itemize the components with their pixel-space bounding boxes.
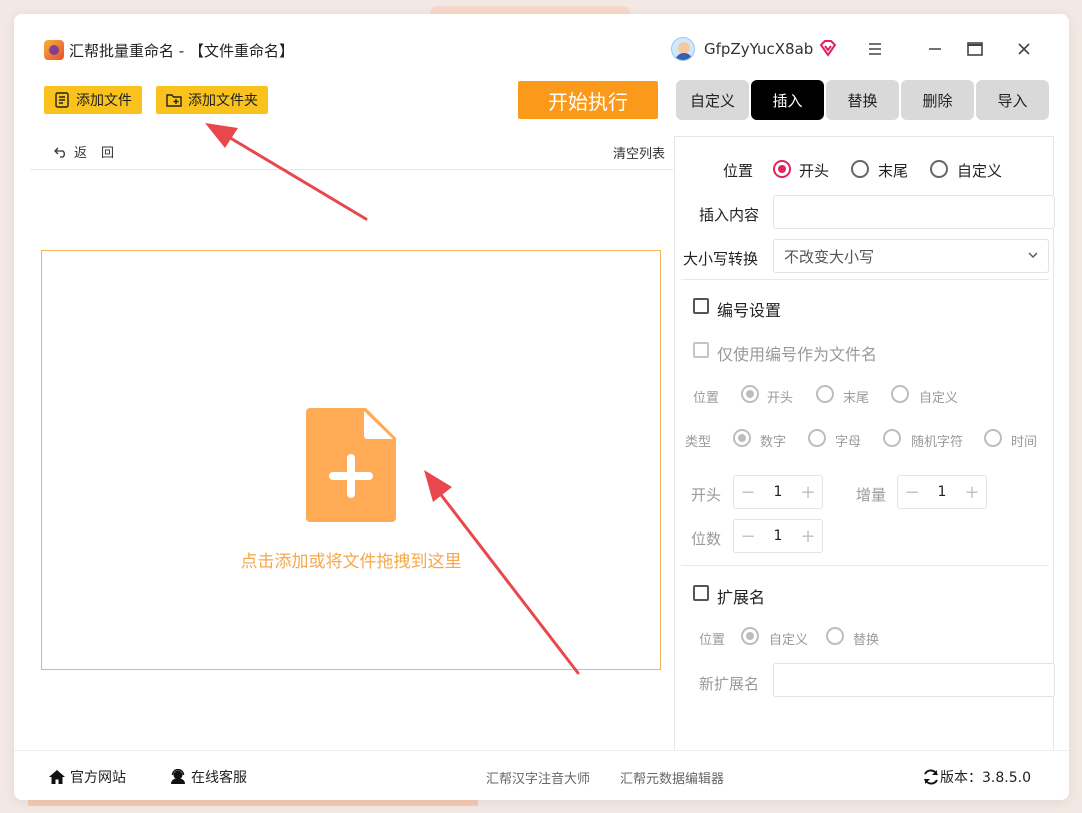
numbering-position-start-radio[interactable]	[741, 385, 759, 403]
new-extension-label: 新扩展名	[699, 675, 760, 693]
insert-position-end-label[interactable]: 末尾	[878, 160, 908, 181]
tab-replace[interactable]: 替换	[826, 80, 899, 120]
file-drop-zone[interactable]: 点击添加或将文件拖拽到这里	[41, 250, 661, 670]
increment-icon[interactable]: +	[798, 526, 818, 547]
extension-replace-label[interactable]: 替换	[853, 629, 879, 648]
insert-content-label: 插入内容	[699, 206, 760, 224]
add-file-big-icon	[306, 408, 396, 522]
extension-replace-radio[interactable]	[826, 627, 844, 645]
undo-arrow-icon	[54, 147, 65, 158]
section-divider	[681, 565, 1049, 566]
file-list-header: 返回 清空列表	[30, 134, 673, 170]
vip-diamond-icon[interactable]	[819, 39, 837, 57]
only-number-checkbox[interactable]	[693, 342, 709, 358]
type-random-radio[interactable]	[883, 429, 901, 447]
case-convert-label: 大小写转换	[683, 250, 759, 268]
add-folder-button[interactable]: 添加文件夹	[156, 86, 268, 114]
numbering-checkbox[interactable]	[693, 298, 709, 314]
numbering-title: 编号设置	[717, 301, 782, 320]
metadata-editor-link[interactable]: 汇帮元数据编辑器	[620, 768, 724, 787]
insert-position-end-radio[interactable]	[851, 160, 869, 178]
tab-insert[interactable]: 插入	[751, 80, 824, 120]
numbering-position-custom-radio[interactable]	[891, 385, 909, 403]
only-number-label: 仅使用编号作为文件名	[717, 345, 878, 364]
add-file-label: 添加文件	[76, 93, 132, 109]
tab-custom[interactable]: 自定义	[676, 80, 749, 120]
insert-position-start-label[interactable]: 开头	[799, 160, 829, 181]
drop-hint: 点击添加或将文件拖拽到这里	[240, 552, 462, 572]
tab-import[interactable]: 导入	[976, 80, 1049, 120]
extension-title: 扩展名	[717, 588, 766, 607]
maximize-icon[interactable]	[960, 36, 990, 62]
type-letter-radio[interactable]	[808, 429, 826, 447]
extension-checkbox[interactable]	[693, 585, 709, 601]
type-letter-label[interactable]: 字母	[835, 431, 861, 450]
folder-add-icon	[166, 94, 182, 107]
case-convert-value: 不改变大小写	[784, 247, 875, 266]
support-label: 在线客服	[191, 770, 247, 786]
extension-custom-radio[interactable]	[741, 627, 759, 645]
title-bar: 汇帮批量重命名 - 【文件重命名】 GfpZyYucX8ab	[14, 14, 1069, 70]
digits-label: 位数	[691, 530, 722, 548]
headset-icon	[171, 769, 185, 784]
start-number-stepper[interactable]: − 1 +	[733, 475, 823, 509]
refresh-icon	[924, 769, 938, 785]
menu-icon[interactable]	[860, 36, 890, 62]
version-info[interactable]: 版本：3.8.5.0	[922, 767, 1031, 787]
website-label: 官方网站	[70, 770, 126, 786]
insert-position-custom-label[interactable]: 自定义	[957, 160, 1002, 181]
tab-delete[interactable]: 删除	[901, 80, 974, 120]
minimize-icon[interactable]	[920, 36, 950, 62]
clear-list-button[interactable]: 清空列表	[613, 143, 665, 162]
section-divider	[681, 279, 1049, 280]
file-list-icon	[55, 92, 69, 108]
numbering-position-end-label[interactable]: 末尾	[843, 387, 869, 406]
window-title: 汇帮批量重命名 - 【文件重命名】	[69, 42, 294, 60]
user-avatar[interactable]	[671, 37, 695, 61]
type-time-label[interactable]: 时间	[1011, 431, 1037, 450]
numbering-type-label: 类型	[685, 435, 712, 450]
add-file-button[interactable]: 添加文件	[44, 86, 142, 114]
step-label: 增量	[856, 486, 887, 504]
extension-custom-label[interactable]: 自定义	[769, 629, 808, 648]
version-label: 版本：3.8.5.0	[940, 770, 1031, 786]
digits-stepper[interactable]: − 1 +	[733, 519, 823, 553]
new-extension-input[interactable]	[773, 663, 1055, 697]
background-strip	[28, 800, 478, 806]
numbering-position-start-label[interactable]: 开头	[767, 387, 793, 406]
close-icon[interactable]	[1009, 36, 1039, 62]
status-footer: 官方网站 在线客服 汇帮汉字注音大师 汇帮元数据编辑器 版本：3.8.5.0	[14, 750, 1069, 800]
case-convert-select[interactable]: 不改变大小写	[773, 239, 1049, 273]
insert-position-label: 位置	[723, 162, 754, 180]
type-number-radio[interactable]	[733, 429, 751, 447]
increment-icon[interactable]: +	[962, 482, 982, 503]
extension-position-label: 位置	[699, 633, 726, 648]
app-logo-icon	[44, 40, 64, 60]
numbering-position-label: 位置	[693, 391, 720, 406]
back-button[interactable]: 返回	[54, 142, 128, 161]
insert-settings-panel: 位置 开头 末尾 自定义 插入内容 大小写转换 不改变大小写 编号设置 仅使用编…	[674, 136, 1055, 752]
numbering-position-custom-label[interactable]: 自定义	[919, 387, 958, 406]
chevron-down-icon	[1028, 252, 1038, 258]
website-link[interactable]: 官方网站	[48, 767, 126, 787]
add-folder-label: 添加文件夹	[188, 93, 258, 109]
app-window: 汇帮批量重命名 - 【文件重命名】 GfpZyYucX8ab 添加文件 添加文件…	[14, 14, 1069, 800]
insert-position-custom-radio[interactable]	[930, 160, 948, 178]
insert-content-input[interactable]	[773, 195, 1055, 229]
mode-tabs: 自定义 插入 替换 删除 导入	[676, 80, 1051, 120]
numbering-position-end-radio[interactable]	[816, 385, 834, 403]
start-execute-button[interactable]: 开始执行	[518, 81, 658, 119]
back-label: 返回	[74, 146, 129, 161]
support-link[interactable]: 在线客服	[169, 767, 247, 787]
type-time-radio[interactable]	[984, 429, 1002, 447]
start-number-label: 开头	[691, 486, 722, 504]
insert-position-start-radio[interactable]	[773, 160, 791, 178]
type-random-label[interactable]: 随机字符	[911, 431, 963, 450]
type-number-label[interactable]: 数字	[760, 431, 786, 450]
pinyin-master-link[interactable]: 汇帮汉字注音大师	[486, 768, 590, 787]
home-icon	[49, 770, 65, 784]
step-stepper[interactable]: − 1 +	[897, 475, 987, 509]
increment-icon[interactable]: +	[798, 482, 818, 503]
username[interactable]: GfpZyYucX8ab	[704, 40, 813, 58]
